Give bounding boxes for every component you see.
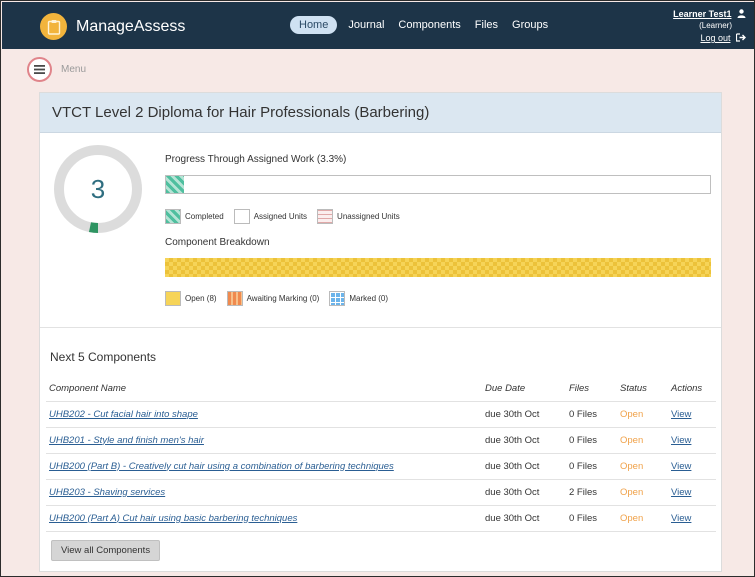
progress-legend: Completed Assigned Units Unassigned Unit…: [165, 209, 410, 224]
file-count: 0 Files: [566, 427, 617, 454]
due-date: due 30th Oct: [482, 505, 566, 532]
table-row: UHB200 (Part B) - Creatively cut hair us…: [46, 453, 716, 480]
next-components-title: Next 5 Components: [50, 350, 157, 364]
header-files: Files: [566, 377, 617, 402]
app-window: ManageAssess Home Journal Components Fil…: [0, 0, 755, 577]
nav-home[interactable]: Home: [290, 16, 338, 34]
qualification-card: VTCT Level 2 Diploma for Hair Profession…: [39, 92, 722, 572]
user-role: (Learner): [699, 21, 732, 30]
nav-files[interactable]: Files: [475, 19, 498, 31]
legend-swatch-assigned: [233, 209, 250, 224]
header-actions: Actions: [668, 377, 716, 402]
due-date: due 30th Oct: [482, 453, 566, 480]
legend-awaiting-marking: Awaiting Marking (0): [246, 294, 320, 303]
table-row: UHB203 - Shaving services due 30th Oct 2…: [46, 479, 716, 506]
legend-swatch-awaiting: [226, 291, 243, 306]
nav-groups[interactable]: Groups: [512, 19, 548, 31]
clipboard-icon[interactable]: [40, 13, 67, 40]
table-row: UHB202 - Cut facial hair into shape due …: [46, 401, 716, 428]
user-icon: [734, 9, 746, 19]
menu-label[interactable]: Menu: [61, 64, 86, 75]
view-all-components-button[interactable]: View all Components: [51, 540, 161, 561]
progress-bar: [165, 175, 711, 194]
qualification-title: VTCT Level 2 Diploma for Hair Profession…: [40, 93, 721, 133]
due-date: due 30th Oct: [482, 401, 566, 428]
status-open: Open: [620, 460, 644, 472]
components-table: Component Name Due Date Files Status Act…: [46, 377, 716, 532]
logout-link[interactable]: Log out: [700, 33, 730, 43]
status-open: Open: [620, 434, 644, 446]
legend-swatch-unassigned: [317, 209, 334, 224]
progress-bar-fill: [166, 176, 184, 193]
component-name-link[interactable]: UHB200 (Part A) Cut hair using basic bar…: [49, 513, 297, 524]
view-link[interactable]: View: [671, 513, 691, 524]
legend-swatch-marked: [329, 291, 346, 306]
component-name-link[interactable]: UHB203 - Shaving services: [49, 487, 165, 498]
component-name-link[interactable]: UHB201 - Style and finish men's hair: [49, 435, 204, 446]
menu-bar: Menu: [27, 57, 86, 82]
user-name-link[interactable]: Learner Test1: [673, 9, 731, 19]
legend-assigned-units: Assigned Units: [253, 212, 308, 221]
breakdown-title: Component Breakdown: [165, 237, 270, 248]
progress-title: Progress Through Assigned Work (3.3%): [165, 154, 347, 165]
legend-swatch-open: [165, 291, 181, 306]
file-count: 2 Files: [566, 479, 617, 506]
top-navbar: ManageAssess Home Journal Components Fil…: [2, 2, 754, 49]
progress-donut-value: 3: [90, 173, 106, 204]
table-row: UHB201 - Style and finish men's hair due…: [46, 427, 716, 454]
legend-marked: Marked (0): [349, 294, 389, 303]
nav-components[interactable]: Components: [398, 19, 460, 31]
view-link[interactable]: View: [671, 435, 691, 446]
hamburger-icon[interactable]: [27, 57, 52, 82]
due-date: due 30th Oct: [482, 427, 566, 454]
legend-unassigned-units: Unassigned Units: [337, 212, 400, 221]
status-open: Open: [620, 486, 644, 498]
legend-completed: Completed: [185, 212, 224, 221]
file-count: 0 Files: [566, 453, 617, 480]
table-header-row: Component Name Due Date Files Status Act…: [46, 377, 716, 402]
brand-name[interactable]: ManageAssess: [76, 18, 185, 36]
status-open: Open: [620, 408, 644, 420]
due-date: due 30th Oct: [482, 479, 566, 506]
file-count: 0 Files: [566, 401, 617, 428]
view-link[interactable]: View: [671, 409, 691, 420]
legend-swatch-completed: [165, 209, 181, 224]
section-divider: [40, 327, 721, 328]
breakdown-bar: [165, 258, 711, 277]
table-row: UHB200 (Part A) Cut hair using basic bar…: [46, 505, 716, 532]
progress-donut: 3: [52, 143, 144, 235]
header-due-date: Due Date: [482, 377, 566, 402]
header-status: Status: [617, 377, 668, 402]
status-open: Open: [620, 512, 644, 524]
header-component-name: Component Name: [46, 377, 482, 402]
main-nav: Home Journal Components Files Groups: [288, 16, 562, 34]
component-name-link[interactable]: UHB202 - Cut facial hair into shape: [49, 409, 198, 420]
user-panel: Learner Test1 (Learner) Log out: [673, 8, 746, 44]
sign-out-icon[interactable]: [733, 33, 746, 43]
view-link[interactable]: View: [671, 487, 691, 498]
view-link[interactable]: View: [671, 461, 691, 472]
nav-journal[interactable]: Journal: [348, 19, 384, 31]
breakdown-legend: Open (8) Awaiting Marking (0) Marked (0): [165, 291, 398, 306]
legend-open: Open (8): [185, 294, 217, 303]
component-name-link[interactable]: UHB200 (Part B) - Creatively cut hair us…: [49, 461, 394, 472]
file-count: 0 Files: [566, 505, 617, 532]
